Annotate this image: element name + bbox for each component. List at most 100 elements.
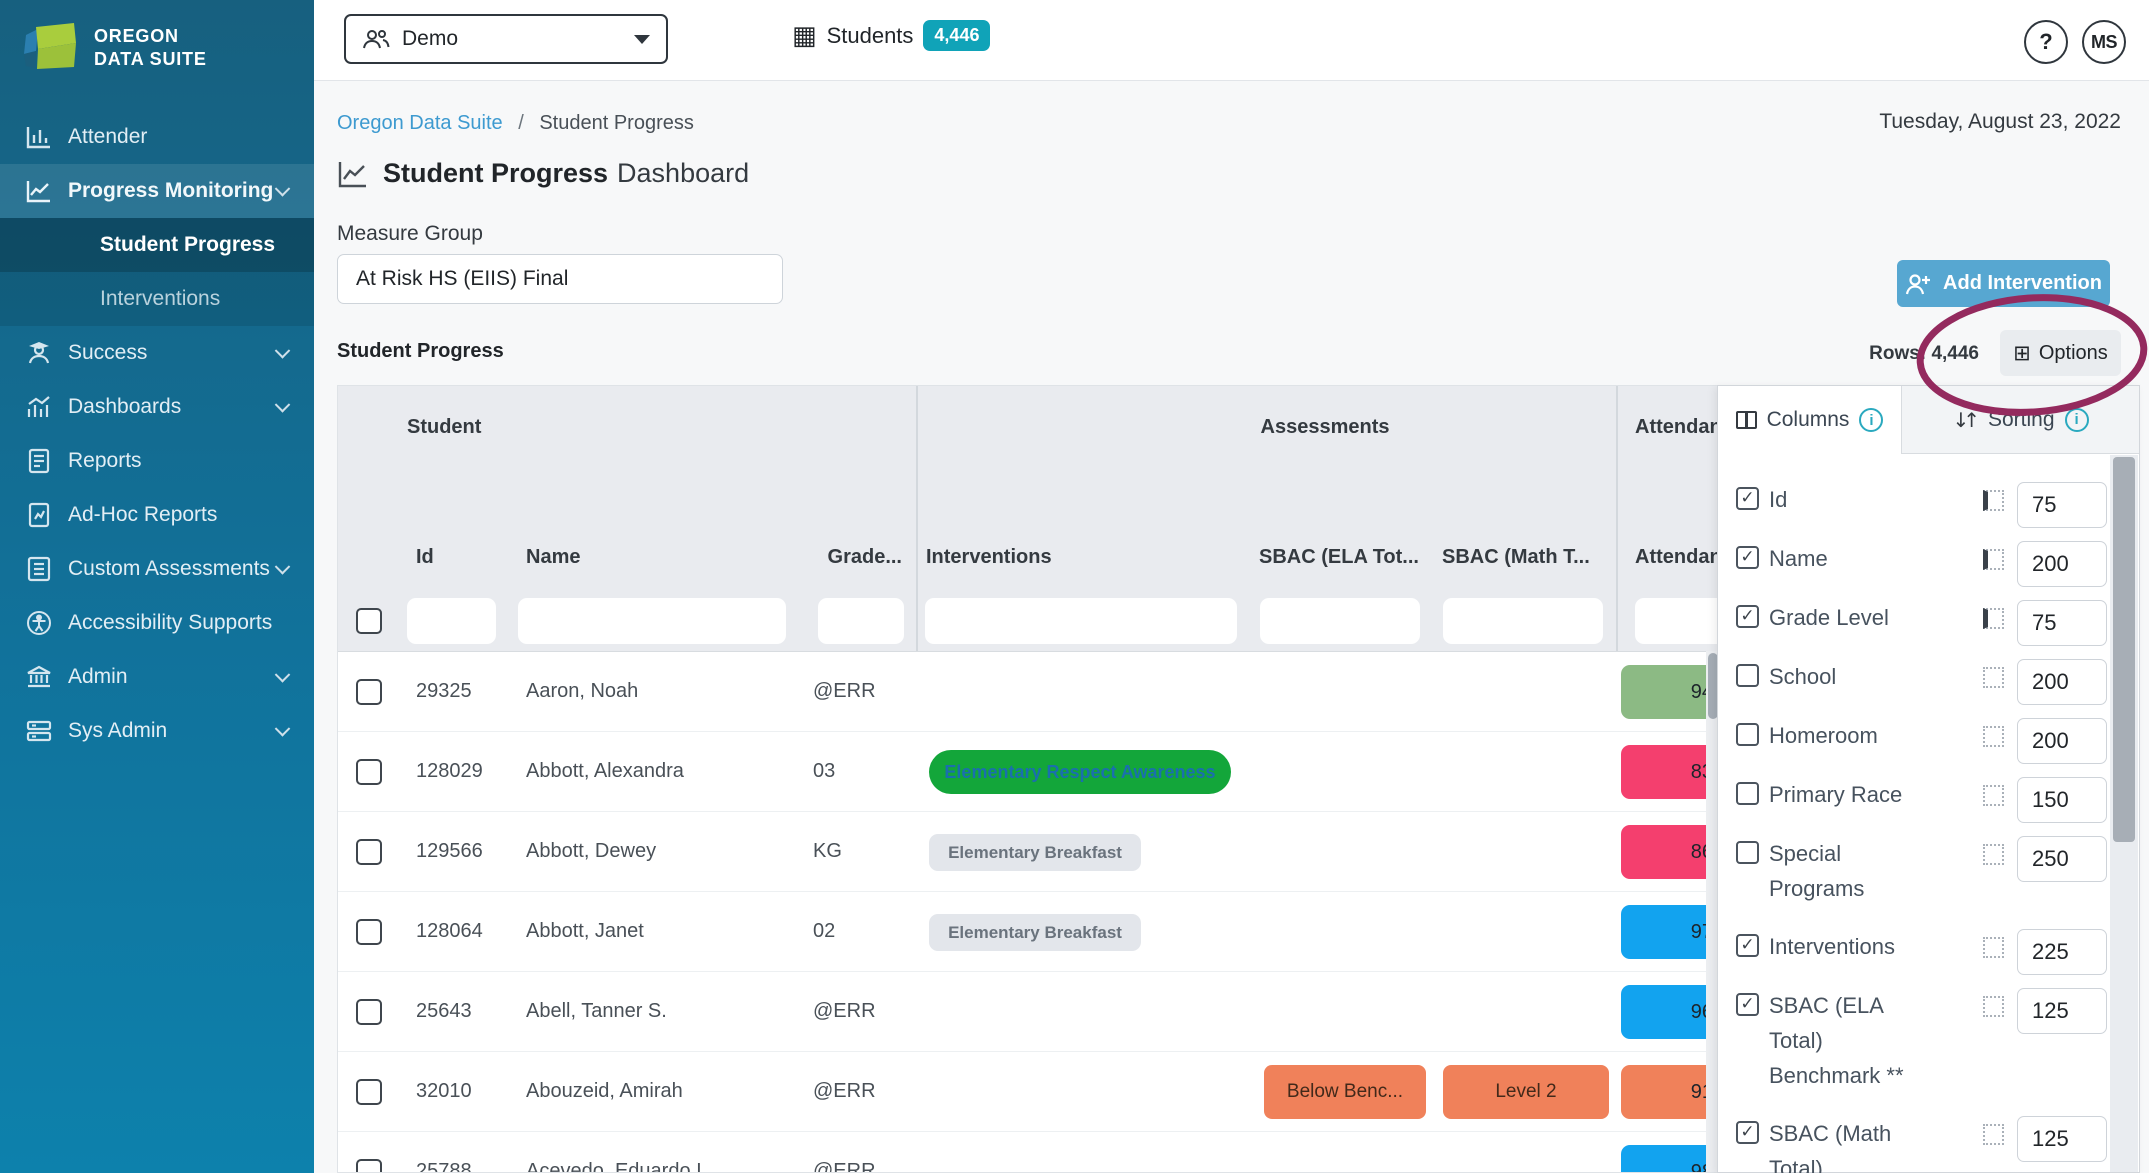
panel-vertical-scrollbar[interactable] [2110,455,2138,1172]
column-header-attendance[interactable]: Attendance [1635,546,1722,569]
column-grid-icon[interactable] [1983,937,2004,958]
column-width-input[interactable] [2017,988,2107,1034]
filter-input-sbac-math[interactable] [1443,598,1603,644]
scrollbar-thumb[interactable] [2113,457,2135,842]
checkbox-unchecked[interactable] [1736,782,1759,805]
tab-columns[interactable]: Columns i [1718,386,1902,454]
column-width-input[interactable] [2017,600,2107,646]
app-logo[interactable]: OREGON DATA SUITE [0,0,314,96]
pinned-column-icon[interactable] [1983,549,2004,570]
sidebar-item-sys-admin[interactable]: Sys Admin [0,704,314,758]
checkbox-checked[interactable]: ✓ [1736,546,1759,569]
sidebar-item-admin[interactable]: Admin [0,650,314,704]
cell-name: Abbott, Alexandra [526,760,684,783]
cell-id: 128029 [416,760,483,783]
sidebar-item-adhoc-reports[interactable]: Ad-Hoc Reports [0,488,314,542]
table-row[interactable]: 29325 Aaron, Noah @ERR 94 [338,652,1722,732]
column-grid-icon[interactable] [1983,1124,2004,1145]
sidebar-item-student-progress[interactable]: Student Progress [0,218,314,272]
column-grid-icon[interactable] [1983,667,2004,688]
column-header-sbac-math[interactable]: SBAC (Math T... [1442,546,1590,569]
sidebar-item-label: Sys Admin [68,719,167,743]
column-header-interventions[interactable]: Interventions [926,546,1052,569]
checkbox-checked[interactable]: ✓ [1736,993,1759,1016]
table-row[interactable]: 25788 Acevedo, Eduardo I. @ERR 98 [338,1132,1722,1173]
sidebar-item-accessibility-supports[interactable]: Accessibility Supports [0,596,314,650]
column-grid-icon[interactable] [1983,844,2004,865]
measure-group-select[interactable]: At Risk HS (EIIS) Final [337,254,783,304]
column-header-sbac-ela[interactable]: SBAC (ELA Tot... [1259,546,1419,569]
row-checkbox[interactable] [356,919,382,945]
table-row[interactable]: 128064 Abbott, Janet 02 Elementary Break… [338,892,1722,972]
checkbox-checked[interactable]: ✓ [1736,934,1759,957]
column-width-input[interactable] [2017,659,2107,705]
column-grid-icon[interactable] [1983,996,2004,1017]
cell-grade: @ERR [813,1080,876,1103]
filter-input-interventions[interactable] [925,598,1237,644]
sidebar-item-custom-assessments[interactable]: Custom Assessments [0,542,314,596]
column-grid-icon[interactable] [1983,726,2004,747]
row-checkbox[interactable] [356,679,382,705]
breadcrumb-home-link[interactable]: Oregon Data Suite [337,112,503,134]
row-checkbox[interactable] [356,1079,382,1105]
column-header-id[interactable]: Id [416,546,434,569]
add-intervention-button[interactable]: Add Intervention [1897,260,2110,307]
column-width-input[interactable] [2017,836,2107,882]
column-header-grade[interactable]: Grade... [738,546,902,569]
clipboard-list-icon [22,556,56,582]
students-nav-link[interactable]: ▦ Students 4,446 [792,20,990,51]
checkbox-checked[interactable]: ✓ [1736,1121,1759,1144]
pinned-column-icon[interactable] [1983,490,2004,511]
options-button[interactable]: ⊞ Options [2000,330,2121,376]
column-width-input[interactable] [2017,929,2107,975]
sidebar-item-interventions[interactable]: Interventions [0,272,314,326]
help-button[interactable]: ? [2024,20,2068,64]
sidebar-item-progress-monitoring[interactable]: Progress Monitoring [0,164,314,218]
column-option-label: School [1769,659,1921,694]
sidebar-item-label: Custom Assessments [68,557,270,581]
checkbox-unchecked[interactable] [1736,841,1759,864]
column-width-input[interactable] [2017,1116,2107,1162]
cell-name: Acevedo, Eduardo I. [526,1160,707,1173]
checkbox-unchecked[interactable] [1736,664,1759,687]
info-icon[interactable]: i [1859,408,1883,432]
table-row[interactable]: 128029 Abbott, Alexandra 03 Elementary R… [338,732,1722,812]
filter-input-id[interactable] [407,598,496,644]
avatar-initials: MS [2091,32,2117,53]
filter-input-attendance[interactable] [1635,598,1722,644]
row-checkbox[interactable] [356,999,382,1025]
filter-input-grade[interactable] [818,598,904,644]
column-width-input[interactable] [2017,777,2107,823]
sidebar-item-attender[interactable]: Attender [0,110,314,164]
row-checkbox[interactable] [356,1159,382,1173]
column-width-input[interactable] [2017,718,2107,764]
cell-name: Abbott, Dewey [526,840,656,863]
column-width-input[interactable] [2017,541,2107,587]
sidebar-item-dashboards[interactable]: Dashboards [0,380,314,434]
info-icon[interactable]: i [2065,408,2089,432]
table-row[interactable]: 32010 Abouzeid, Amirah @ERR Below Benc..… [338,1052,1722,1132]
column-header-name[interactable]: Name [526,546,580,569]
org-selector-dropdown[interactable]: Demo [344,14,668,64]
row-checkbox[interactable] [356,839,382,865]
sidebar-item-reports[interactable]: Reports [0,434,314,488]
row-checkbox[interactable] [356,759,382,785]
table-row[interactable]: 25643 Abell, Tanner S. @ERR 96 [338,972,1722,1052]
select-all-checkbox[interactable] [356,608,382,634]
intervention-pill: Elementary Breakfast [929,834,1141,871]
sidebar-item-success[interactable]: Success [0,326,314,380]
table-row[interactable]: 129566 Abbott, Dewey KG Elementary Break… [338,812,1722,892]
filter-input-sbac-ela[interactable] [1260,598,1420,644]
bar-chart-icon [22,125,56,149]
column-width-input[interactable] [2017,482,2107,528]
tab-sorting[interactable]: ↓↑ Sorting i [1902,386,2139,454]
user-avatar[interactable]: MS [2082,20,2126,64]
cell-grade: @ERR [813,680,876,703]
checkbox-unchecked[interactable] [1736,723,1759,746]
filter-input-name[interactable] [518,598,786,644]
checkbox-checked[interactable]: ✓ [1736,605,1759,628]
pinned-column-icon[interactable] [1983,608,2004,629]
checkbox-checked[interactable]: ✓ [1736,487,1759,510]
column-grid-icon[interactable] [1983,785,2004,806]
cell-name: Abbott, Janet [526,920,644,943]
